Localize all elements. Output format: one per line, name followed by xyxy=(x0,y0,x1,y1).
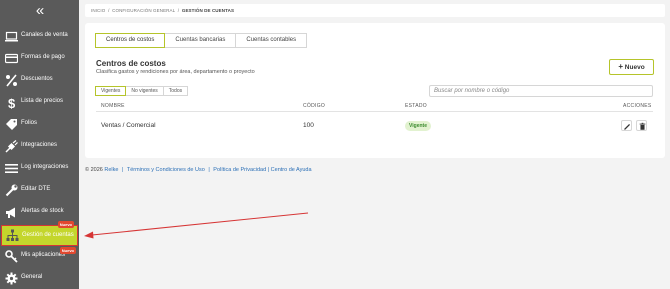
tab-centros-de-costos[interactable]: Centros de costos xyxy=(95,33,166,48)
filter-vigentes[interactable]: Vigentes xyxy=(95,86,127,96)
